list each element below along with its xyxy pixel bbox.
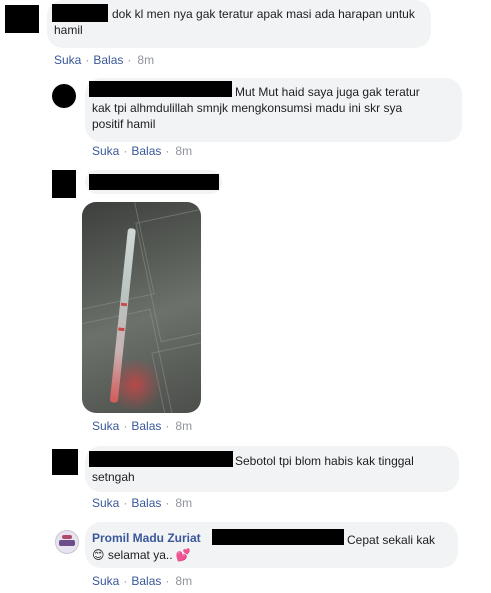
heart-emoji-icon: 💕 (175, 548, 191, 562)
separator: · (165, 496, 170, 510)
avatar[interactable] (52, 170, 76, 198)
separator: · (123, 144, 128, 158)
comment-actions: Suka · Balas · 8m (54, 53, 154, 67)
comment-actions: Suka · Balas · 8m (92, 574, 192, 588)
comment-text-line: positif hamil (92, 117, 156, 131)
comment-text-line-2: 😊 selamat ya.. 💕 (92, 547, 191, 563)
avatar[interactable] (52, 449, 78, 475)
avatar[interactable] (5, 5, 39, 33)
comment-actions: Suka · Balas · 8m (92, 419, 192, 433)
timestamp[interactable]: 8m (173, 574, 192, 588)
timestamp[interactable]: 8m (173, 144, 192, 158)
timestamp[interactable]: 8m (135, 53, 154, 67)
redacted-author-name (89, 81, 232, 97)
reply-link[interactable]: Balas (131, 496, 161, 510)
avatar[interactable] (55, 530, 79, 554)
comment-actions: Suka · Balas · 8m (92, 144, 192, 158)
comment-author-name[interactable]: Promil Madu Zuriat (92, 530, 201, 546)
separator: · (165, 574, 170, 588)
smile-emoji-icon: 😊 (92, 548, 105, 562)
separator: · (123, 574, 128, 588)
timestamp[interactable]: 8m (173, 419, 192, 433)
comment-text-line: setngah (92, 470, 135, 484)
separator: · (165, 419, 170, 433)
reply-link[interactable]: Balas (131, 419, 161, 433)
reply-link[interactable]: Balas (131, 574, 161, 588)
like-link[interactable]: Suka (92, 144, 119, 158)
comment-text-line: kak tpi alhmdulillah smnjk mengkonsumsi … (92, 101, 403, 115)
comment-text-line: Sebotol tpi blom habis kak tinggal (235, 454, 414, 468)
like-link[interactable]: Suka (92, 496, 119, 510)
separator: · (127, 53, 132, 67)
redacted-author-name (52, 4, 108, 22)
separator: · (123, 419, 128, 433)
reply-link[interactable]: Balas (131, 144, 161, 158)
like-link[interactable]: Suka (54, 53, 81, 67)
separator: · (165, 144, 170, 158)
separator: · (123, 496, 128, 510)
redacted-author-name (89, 174, 219, 190)
comment-text-line: dok kl men nya gak teratur apak masi ada… (112, 7, 415, 21)
reply-link[interactable]: Balas (93, 53, 123, 67)
comment-text-line: Mut Mut haid saya juga gak teratur (235, 85, 420, 99)
comment-actions: Suka · Balas · 8m (92, 496, 192, 510)
avatar[interactable] (52, 84, 76, 108)
comment-text-line: hamil (54, 23, 83, 37)
separator: · (85, 53, 90, 67)
redacted-author-name (89, 451, 233, 467)
comment-text-line: Cepat sekali kak (347, 533, 436, 547)
timestamp[interactable]: 8m (173, 496, 192, 510)
like-link[interactable]: Suka (92, 419, 119, 433)
redacted-tagged-name (212, 529, 344, 545)
comment-text: selamat ya.. (107, 548, 173, 562)
like-link[interactable]: Suka (92, 574, 119, 588)
